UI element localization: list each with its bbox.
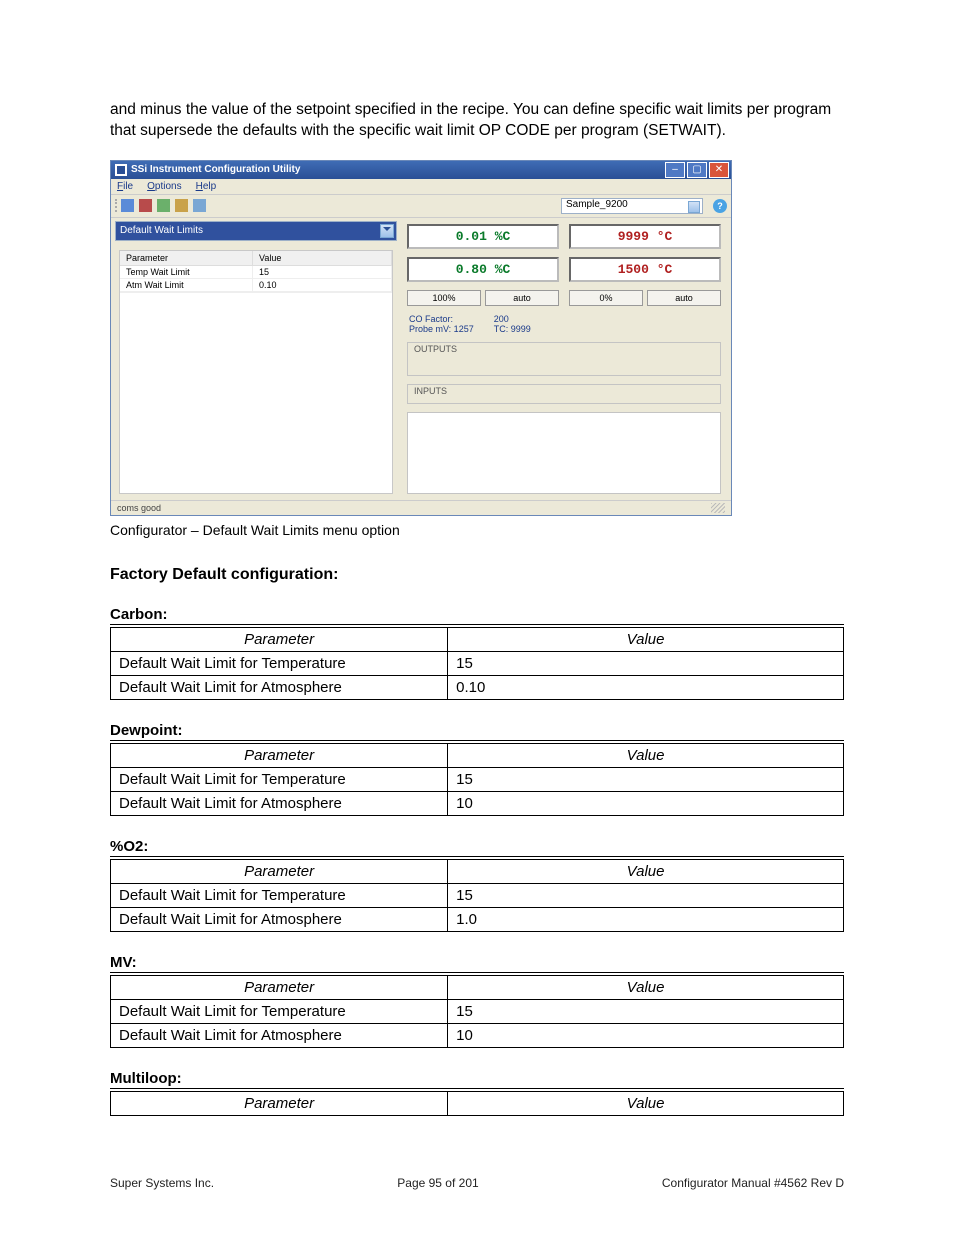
toolbar-icon-3[interactable] xyxy=(157,199,170,212)
page-select-value: Default Wait Limits xyxy=(120,225,203,236)
section-heading: MV: xyxy=(110,954,844,973)
status-bar: coms good xyxy=(111,500,731,515)
parameter-table: Parameter Value Temp Wait Limit 15 Atm W… xyxy=(119,250,393,494)
page-select-dropdown[interactable]: Default Wait Limits xyxy=(115,221,397,241)
inputs-group: INPUTS xyxy=(407,384,721,404)
toolbar-icon-2[interactable] xyxy=(139,199,152,212)
instrument-select-value: Sample_9200 xyxy=(566,199,628,210)
config-table: ParameterValueDefault Wait Limit for Tem… xyxy=(110,975,844,1048)
carbon-mode-button[interactable]: auto xyxy=(485,290,559,306)
footer-left: Super Systems Inc. xyxy=(110,1176,214,1190)
table-row: Default Wait Limit for Temperature15 xyxy=(111,999,844,1023)
titlebar: SSi Instrument Configuration Utility – ▢… xyxy=(111,161,731,179)
table-row: Default Wait Limit for Temperature15 xyxy=(111,883,844,907)
toolbar-icon-1[interactable] xyxy=(121,199,134,212)
factory-heading: Factory Default configuration: xyxy=(110,566,844,584)
carbon-output-button[interactable]: 100% xyxy=(407,290,481,306)
table-header-value: Value xyxy=(448,743,844,767)
left-pane: Default Wait Limits Parameter Value Temp… xyxy=(111,218,401,500)
table-header-value: Value xyxy=(448,1091,844,1115)
toolbar-icon-5[interactable] xyxy=(193,199,206,212)
minimize-button[interactable]: – xyxy=(665,162,685,178)
config-table: ParameterValueDefault Wait Limit for Tem… xyxy=(110,859,844,932)
table-header-value: Value xyxy=(448,627,844,651)
table-row: Default Wait Limit for Atmosphere10 xyxy=(111,1023,844,1047)
footer-right: Configurator Manual #4562 Rev D xyxy=(662,1176,844,1190)
param-header-value: Value xyxy=(253,251,392,266)
temp-sp-readout: 1500 °C xyxy=(569,257,721,282)
temp-pv-readout: 9999 °C xyxy=(569,224,721,249)
toolbar-icon-4[interactable] xyxy=(175,199,188,212)
section-heading: Multiloop: xyxy=(110,1070,844,1089)
carbon-pv-readout: 0.01 %C xyxy=(407,224,559,249)
config-table: ParameterValue xyxy=(110,1091,844,1116)
table-header-parameter: Parameter xyxy=(111,975,448,999)
temp-output-button[interactable]: 0% xyxy=(569,290,643,306)
section-heading: Dewpoint: xyxy=(110,722,844,741)
table-empty-area xyxy=(120,292,392,483)
close-button[interactable]: ✕ xyxy=(709,162,729,178)
status-text: coms good xyxy=(117,503,161,513)
section-heading: Carbon: xyxy=(110,606,844,625)
table-header-parameter: Parameter xyxy=(111,1091,448,1115)
footer-center: Page 95 of 201 xyxy=(397,1176,478,1190)
chevron-down-icon xyxy=(690,203,698,211)
instrument-select[interactable]: Sample_9200 xyxy=(561,198,703,214)
table-row: Default Wait Limit for Atmosphere0.10 xyxy=(111,675,844,699)
table-header-parameter: Parameter xyxy=(111,859,448,883)
config-table: ParameterValueDefault Wait Limit for Tem… xyxy=(110,743,844,816)
intro-paragraph: and minus the value of the setpoint spec… xyxy=(110,100,844,142)
table-header-parameter: Parameter xyxy=(111,627,448,651)
table-header-parameter: Parameter xyxy=(111,743,448,767)
lower-panel xyxy=(407,412,721,494)
config-table: ParameterValueDefault Wait Limit for Tem… xyxy=(110,627,844,700)
table-row: Default Wait Limit for Atmosphere1.0 xyxy=(111,907,844,931)
menu-options[interactable]: Options xyxy=(147,181,181,192)
table-row: Default Wait Limit for Temperature15 xyxy=(111,767,844,791)
carbon-sp-readout: 0.80 %C xyxy=(407,257,559,282)
outputs-group: OUTPUTS xyxy=(407,342,721,376)
info-line: CO Factor: Probe mV: 1257 200 TC: 9999 xyxy=(407,314,721,334)
table-header-value: Value xyxy=(448,975,844,999)
page-footer: Super Systems Inc. Page 95 of 201 Config… xyxy=(110,1176,844,1190)
menu-help[interactable]: Help xyxy=(196,181,217,192)
maximize-button[interactable]: ▢ xyxy=(687,162,707,178)
menu-file[interactable]: File xyxy=(117,181,133,192)
resize-grip-icon[interactable] xyxy=(711,503,725,513)
help-icon[interactable]: ? xyxy=(713,199,727,213)
toolbar: Sample_9200 ? xyxy=(111,195,731,218)
table-header-value: Value xyxy=(448,859,844,883)
app-icon xyxy=(115,164,127,176)
right-pane: 0.01 %C 9999 °C 0.80 %C 1500 °C 100% aut… xyxy=(401,218,731,500)
screenshot-caption: Configurator – Default Wait Limits menu … xyxy=(110,522,844,538)
table-row[interactable]: Temp Wait Limit 15 xyxy=(120,266,392,279)
table-row[interactable]: Atm Wait Limit 0.10 xyxy=(120,279,392,292)
window-title: SSi Instrument Configuration Utility xyxy=(131,164,665,175)
param-header-param: Parameter xyxy=(120,251,253,266)
table-row: Default Wait Limit for Atmosphere10 xyxy=(111,791,844,815)
screenshot-window: SSi Instrument Configuration Utility – ▢… xyxy=(110,160,732,516)
table-row: Default Wait Limit for Temperature15 xyxy=(111,651,844,675)
menubar: File Options Help xyxy=(111,179,731,195)
temp-mode-button[interactable]: auto xyxy=(647,290,721,306)
section-heading: %O2: xyxy=(110,838,844,857)
